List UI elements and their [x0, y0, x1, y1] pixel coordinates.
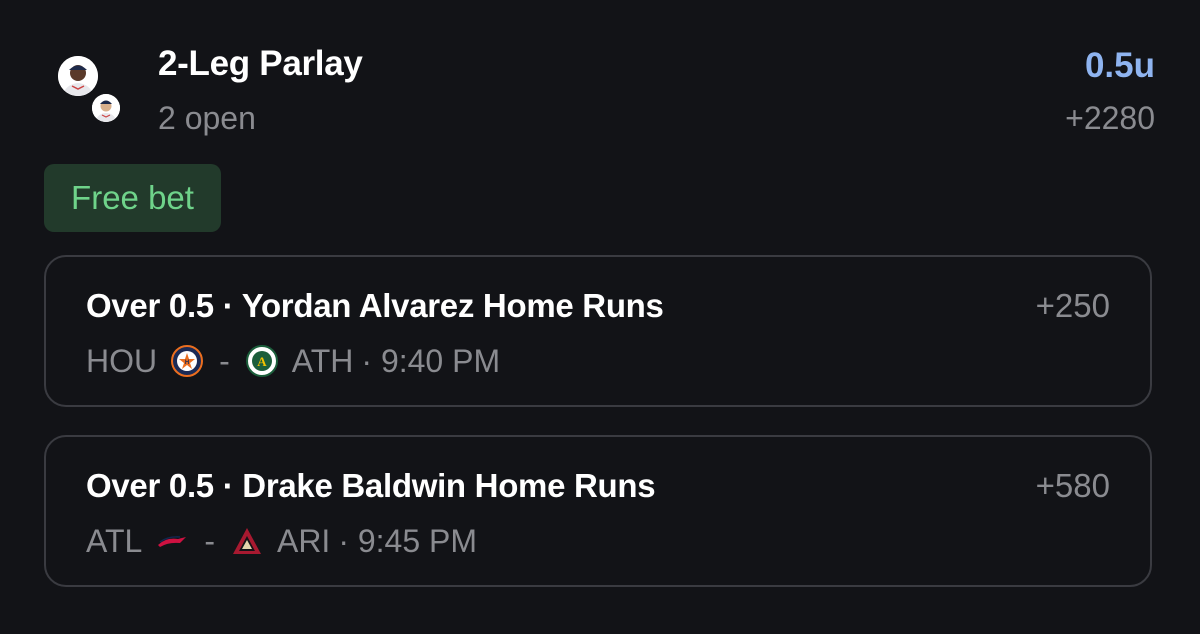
stake-amount: 0.5u	[1084, 46, 1155, 85]
matchup-separator: -	[204, 522, 215, 559]
free-bet-badge: Free bet	[44, 164, 221, 232]
leg-odds: +580	[1035, 467, 1110, 504]
away-team-abbr: ATH	[291, 342, 354, 379]
astros-logo-icon: H	[171, 345, 204, 377]
player-avatar-icon	[58, 56, 98, 96]
parlay-title: 2-Leg Parlay	[158, 44, 363, 83]
home-team-abbr: HOU	[86, 342, 158, 379]
leg-odds: +250	[1035, 287, 1110, 324]
home-team-abbr: ATL	[86, 522, 143, 559]
leg-matchup: ATL - ARI · 9:45 PM	[86, 521, 477, 561]
bet-leg-card[interactable]: Over 0.5 · Yordan Alvarez Home Runs +250…	[44, 255, 1152, 407]
svg-text:A: A	[257, 354, 267, 369]
leg-market-title: Over 0.5 · Yordan Alvarez Home Runs	[86, 287, 664, 324]
player-avatar-icon	[92, 94, 120, 122]
parlay-header[interactable]: 2-Leg Parlay 2 open 0.5u +2280	[0, 0, 1200, 150]
game-time: · 9:45 PM	[338, 522, 478, 559]
diamondbacks-logo-icon	[231, 525, 263, 557]
away-team-abbr: ARI	[276, 522, 331, 559]
player-avatar-stack	[56, 56, 126, 126]
svg-text:H: H	[185, 360, 189, 366]
bet-leg-card[interactable]: Over 0.5 · Drake Baldwin Home Runs +580 …	[44, 435, 1152, 587]
total-odds: +2280	[1065, 100, 1155, 136]
braves-logo-icon	[156, 525, 188, 557]
game-time: · 9:40 PM	[361, 342, 501, 379]
leg-matchup: HOU H - A ATH · 9:40 PM	[86, 341, 500, 381]
leg-market-title: Over 0.5 · Drake Baldwin Home Runs	[86, 467, 656, 504]
matchup-separator: -	[219, 342, 230, 379]
open-legs-count: 2 open	[158, 100, 256, 136]
athletics-logo-icon: A	[245, 345, 278, 377]
